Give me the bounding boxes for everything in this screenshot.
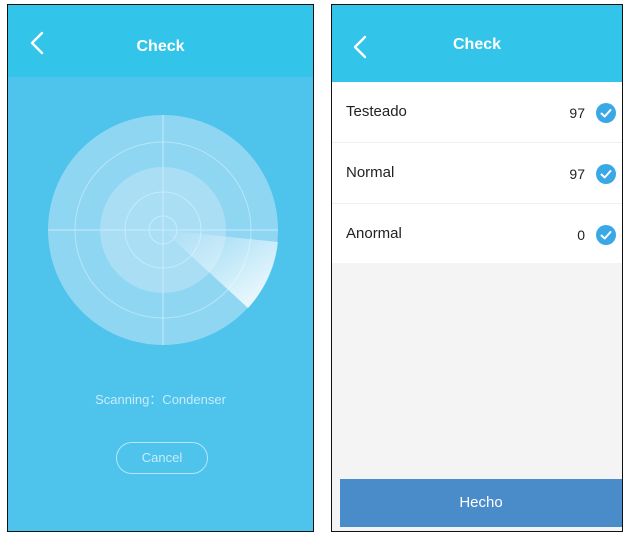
done-button[interactable]: Hecho bbox=[340, 479, 622, 527]
check-circle-icon bbox=[596, 225, 616, 245]
result-header: Check bbox=[332, 5, 622, 82]
row-label: Normal bbox=[346, 164, 395, 181]
row-label: Testeado bbox=[346, 103, 407, 120]
row-value: 97 bbox=[569, 166, 585, 182]
row-value: 0 bbox=[577, 227, 585, 243]
radar-graphic bbox=[48, 115, 278, 345]
page-title: Check bbox=[136, 38, 185, 55]
check-circle-icon bbox=[596, 164, 616, 184]
result-list: Testeado 97 Normal 97 Anormal 0 bbox=[332, 82, 622, 263]
check-circle-icon bbox=[596, 103, 616, 123]
result-screen: Check Testeado 97 Normal 97 Anormal 0 He… bbox=[331, 4, 623, 532]
scan-screen: Check Scanning：Condenser Cancel bbox=[7, 4, 314, 532]
result-row-tested: Testeado 97 bbox=[332, 82, 622, 143]
page-title: Check bbox=[452, 36, 502, 53]
cancel-button[interactable]: Cancel bbox=[116, 442, 208, 474]
row-label: Anormal bbox=[346, 225, 402, 242]
row-value: 97 bbox=[569, 105, 585, 121]
result-row-normal: Normal 97 bbox=[332, 143, 622, 204]
scan-header: Check bbox=[8, 5, 313, 77]
result-row-abnormal: Anormal 0 bbox=[332, 204, 622, 264]
scan-status-text: Scanning：Condenser bbox=[95, 392, 226, 407]
